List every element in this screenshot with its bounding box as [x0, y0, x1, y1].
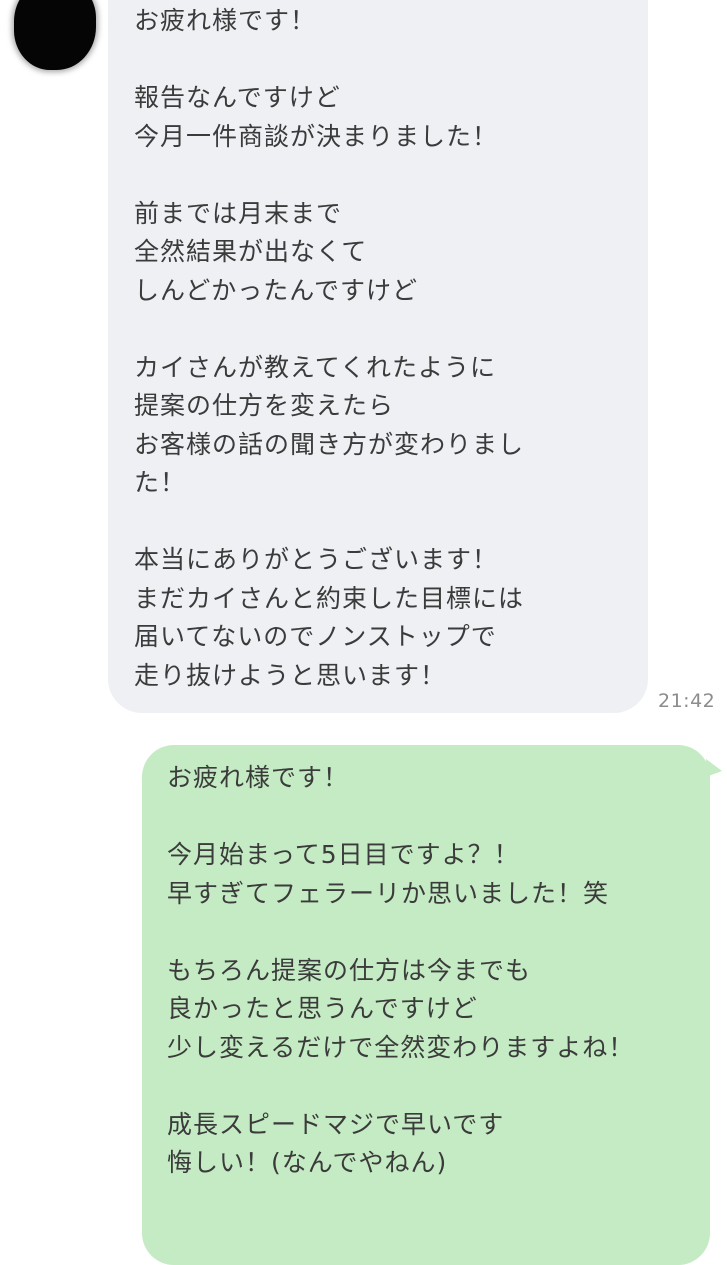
message-line — [167, 913, 710, 952]
bubble-tail — [706, 759, 722, 777]
avatar[interactable] — [14, 0, 96, 70]
message-line: 報告なんですけど — [134, 83, 341, 112]
outgoing-message-bubble[interactable]: お疲れ様です！ 今月始まって5日目ですよ？！ 早すぎてフェラーリか思いました！笑… — [142, 745, 722, 1265]
message-line: 届いてないのでノンストップで — [134, 622, 497, 651]
message-line: 提案の仕方を変えたら — [134, 391, 395, 420]
message-line: 悔しい！(なんでやねん) — [167, 1148, 448, 1177]
message-line: 早すぎてフェラーリか思いました！笑 — [167, 878, 610, 908]
message-line — [167, 1067, 710, 1106]
message-line: 本当にありがとうございます！ — [134, 545, 499, 574]
message-line — [167, 798, 710, 837]
message-line: 全然結果が出なくて — [134, 237, 368, 266]
message-line: 成長スピードマジで早いです — [167, 1109, 505, 1139]
message-line: 少し変えるだけで全然変わりますよね！ — [167, 1032, 635, 1062]
message-line: お客様の話の聞き方が変わりまし — [134, 429, 525, 459]
message-line: お疲れ様です！ — [134, 6, 317, 35]
message-line: もちろん提案の仕方は今までも — [167, 955, 532, 985]
message-line — [134, 503, 648, 542]
message-line: しんどかったんですけど — [134, 275, 419, 305]
message-line — [134, 156, 648, 195]
message-line: お疲れ様です！ — [167, 763, 350, 792]
message-line — [134, 310, 648, 349]
message-line: 前までは月末まで — [134, 198, 343, 228]
message-line: 良かったと思うんですけど — [167, 994, 478, 1023]
message-line: 今月一件商談が決まりました！ — [134, 121, 499, 151]
chat-view: お疲れ様です！ 報告なんですけど 今月一件商談が決まりました！ 前までは月末まで… — [0, 0, 727, 1265]
message-line: まだカイさんと約束した目標には — [134, 583, 525, 613]
message-line: 今月始まって5日目ですよ？！ — [167, 840, 520, 869]
message-line: カイさんが教えてくれたように — [134, 352, 497, 382]
incoming-message-bubble[interactable]: お疲れ様です！ 報告なんですけど 今月一件商談が決まりました！ 前までは月末まで… — [108, 0, 648, 713]
message-timestamp: 21:42 — [658, 690, 716, 712]
message-line: 走り抜けようと思います！ — [134, 660, 447, 690]
message-line: た！ — [134, 468, 187, 497]
message-line — [134, 41, 648, 80]
